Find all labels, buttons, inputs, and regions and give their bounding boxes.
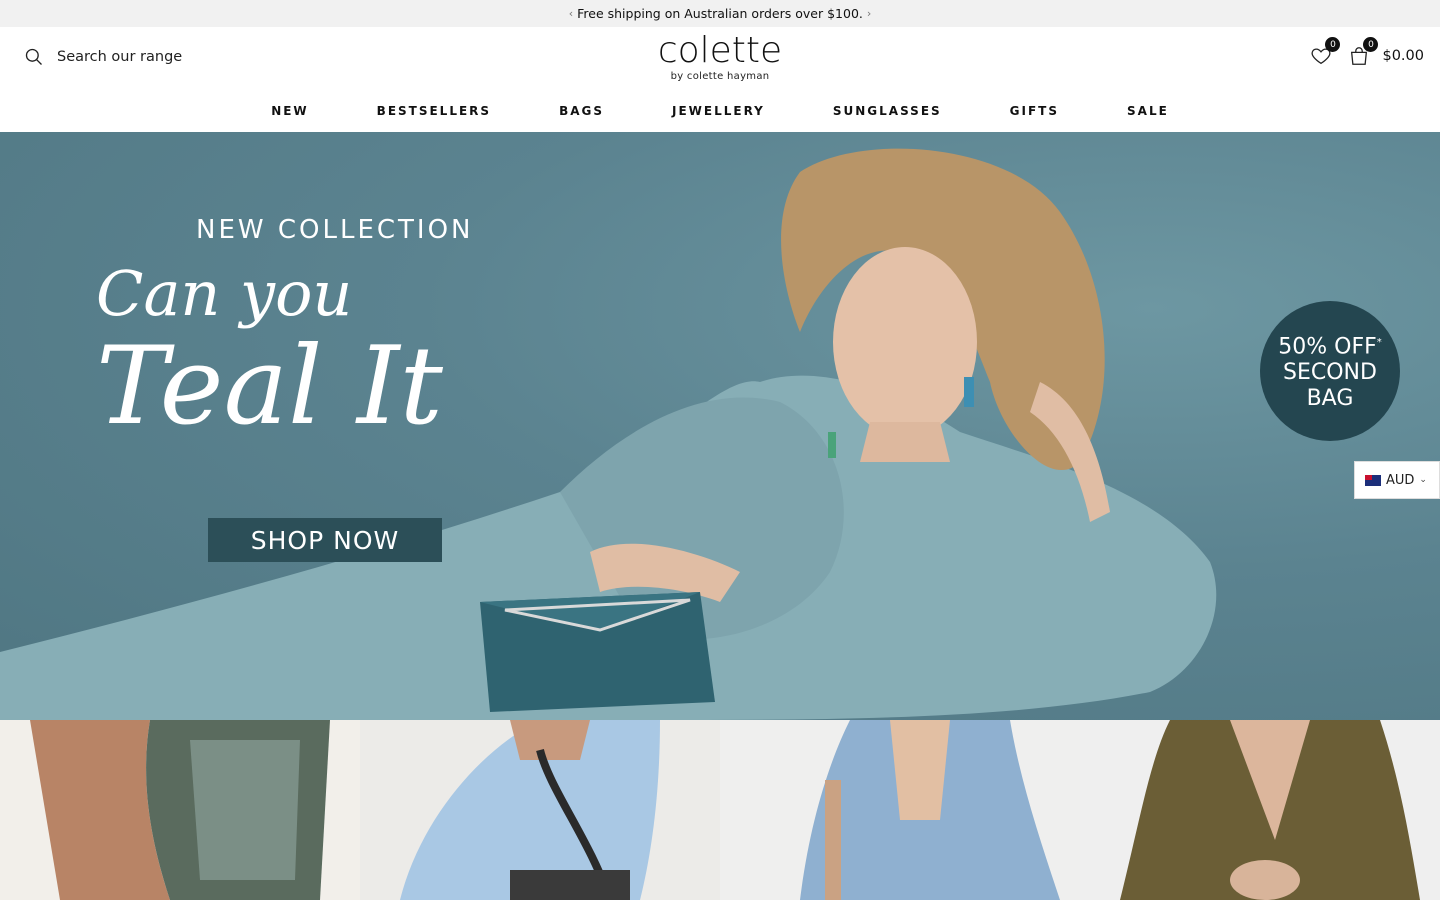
cart-button[interactable]: 0 xyxy=(1348,37,1379,67)
logo-subtitle: by colette hayman xyxy=(670,71,770,82)
hero-script-line2: Teal It xyxy=(96,324,443,449)
category-tile-1[interactable] xyxy=(0,720,360,900)
tile-image-3 xyxy=(800,720,1060,900)
currency-selector[interactable]: AUD ⌄ xyxy=(1354,461,1440,499)
currency-code: AUD xyxy=(1386,472,1415,488)
nav-item-bags[interactable]: BAGS xyxy=(559,104,604,118)
announcement-bar: ‹ Free shipping on Australian orders ove… xyxy=(0,0,1440,27)
site-logo[interactable]: colette by colette hayman xyxy=(0,33,1440,83)
category-tile-2[interactable] xyxy=(360,720,720,900)
hero-eyebrow: NEW COLLECTION xyxy=(196,215,474,245)
nav-item-jewellery[interactable]: JEWELLERY xyxy=(672,104,765,118)
hero-script-line1: Can you xyxy=(96,257,353,330)
nav-item-new[interactable]: NEW xyxy=(271,104,308,118)
header-actions: 0 0 $0.00 xyxy=(1310,37,1424,67)
offer-line1-wrap: 50% OFF* xyxy=(1260,330,1400,360)
tile-image-2 xyxy=(400,720,660,900)
nav-item-sunglasses[interactable]: SUNGLASSES xyxy=(833,104,942,118)
offer-badge: 50% OFF* SECOND BAG xyxy=(1260,301,1400,441)
wishlist-count-badge: 0 xyxy=(1325,37,1341,52)
category-tiles xyxy=(0,720,1440,900)
site-header: Search our range colette by colette haym… xyxy=(0,27,1440,132)
chevron-left-icon[interactable]: ‹ xyxy=(569,7,573,20)
tile-image-1 xyxy=(30,720,330,900)
offer-asterisk: * xyxy=(1376,336,1382,348)
cart-count-badge: 0 xyxy=(1363,37,1379,52)
offer-line2: SECOND xyxy=(1283,360,1377,386)
category-tile-4[interactable] xyxy=(1080,720,1440,900)
nav-item-gifts[interactable]: GIFTS xyxy=(1010,104,1059,118)
wishlist-button[interactable]: 0 xyxy=(1310,37,1341,67)
chevron-right-icon[interactable]: › xyxy=(867,7,871,20)
shop-now-button[interactable]: SHOP NOW xyxy=(208,518,442,562)
category-tile-3[interactable] xyxy=(720,720,1080,900)
main-nav: NEW BESTSELLERS BAGS JEWELLERY SUNGLASSE… xyxy=(0,104,1440,118)
hero-banner[interactable]: NEW COLLECTION Can you Teal It SHOP NOW … xyxy=(0,132,1440,720)
tile-image-4 xyxy=(1120,720,1420,900)
chevron-down-icon: ⌄ xyxy=(1419,475,1427,485)
offer-line3: BAG xyxy=(1306,386,1354,412)
logo-name[interactable]: colette xyxy=(0,33,1440,69)
offer-line1: 50% OFF xyxy=(1278,334,1377,360)
nav-item-sale[interactable]: SALE xyxy=(1127,104,1169,118)
nav-item-bestsellers[interactable]: BESTSELLERS xyxy=(377,104,491,118)
cart-total[interactable]: $0.00 xyxy=(1382,48,1424,64)
announcement-text: Free shipping on Australian orders over … xyxy=(577,6,863,21)
australia-flag-icon xyxy=(1365,474,1381,486)
